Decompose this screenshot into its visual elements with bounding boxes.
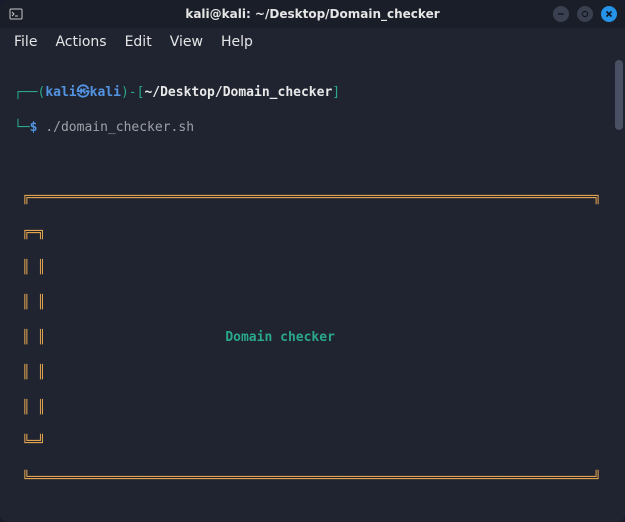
prompt-rparen: ) [121,85,129,100]
titlebar: kali@kali: ~/Desktop/Domain_checker [0,0,625,28]
prompt-user: kali [45,85,76,100]
menu-file[interactable]: File [14,34,37,50]
banner-title: Domain checker [225,330,335,345]
terminal-output[interactable]: ┌──(kali㉿kali)-[~/Desktop/Domain_checker… [0,56,625,522]
prompt-at: ㉿ [77,85,90,100]
prompt-corner-bot: └─ [14,120,30,135]
prompt-dash-l: -[ [129,85,145,100]
window-controls [553,6,617,22]
terminal-app-icon [8,6,24,22]
menu-help[interactable]: Help [221,34,253,50]
prompt-symbol: $ [30,120,38,135]
scrollbar-thumb[interactable] [615,60,623,130]
window-title: kali@kali: ~/Desktop/Domain_checker [0,7,625,21]
close-button[interactable] [601,6,617,22]
menu-view[interactable]: View [170,34,203,50]
menubar: File Actions Edit View Help [0,28,625,56]
banner-side: ╔═╗ [14,224,611,242]
prompt-path: ~/Desktop/Domain_checker [144,85,332,100]
banner-side: ╚═╝ [14,434,611,452]
banner-side: ║ ║ [14,364,611,382]
banner-side: ║ ║ [14,330,225,345]
banner-border-top: ╔═══════════════════════════════════════… [14,189,611,207]
minimize-button[interactable] [553,6,569,22]
prompt-host: kali [90,85,121,100]
banner-side: ║ ║ [14,399,611,417]
menu-edit[interactable]: Edit [125,34,152,50]
maximize-button[interactable] [577,6,593,22]
terminal-window: kali@kali: ~/Desktop/Domain_checker File… [0,0,625,522]
terminal-viewport: ┌──(kali㉿kali)-[~/Desktop/Domain_checker… [0,56,625,522]
banner-side: ║ ║ [14,294,611,312]
prompt-dash-r: ] [332,85,340,100]
prompt-corner-top: ┌── [14,85,37,100]
command-text: ./domain_checker.sh [45,120,194,135]
menu-actions[interactable]: Actions [55,34,106,50]
banner-border-bottom: ╚═══════════════════════════════════════… [14,470,611,488]
banner-side: ║ ║ [14,259,611,277]
